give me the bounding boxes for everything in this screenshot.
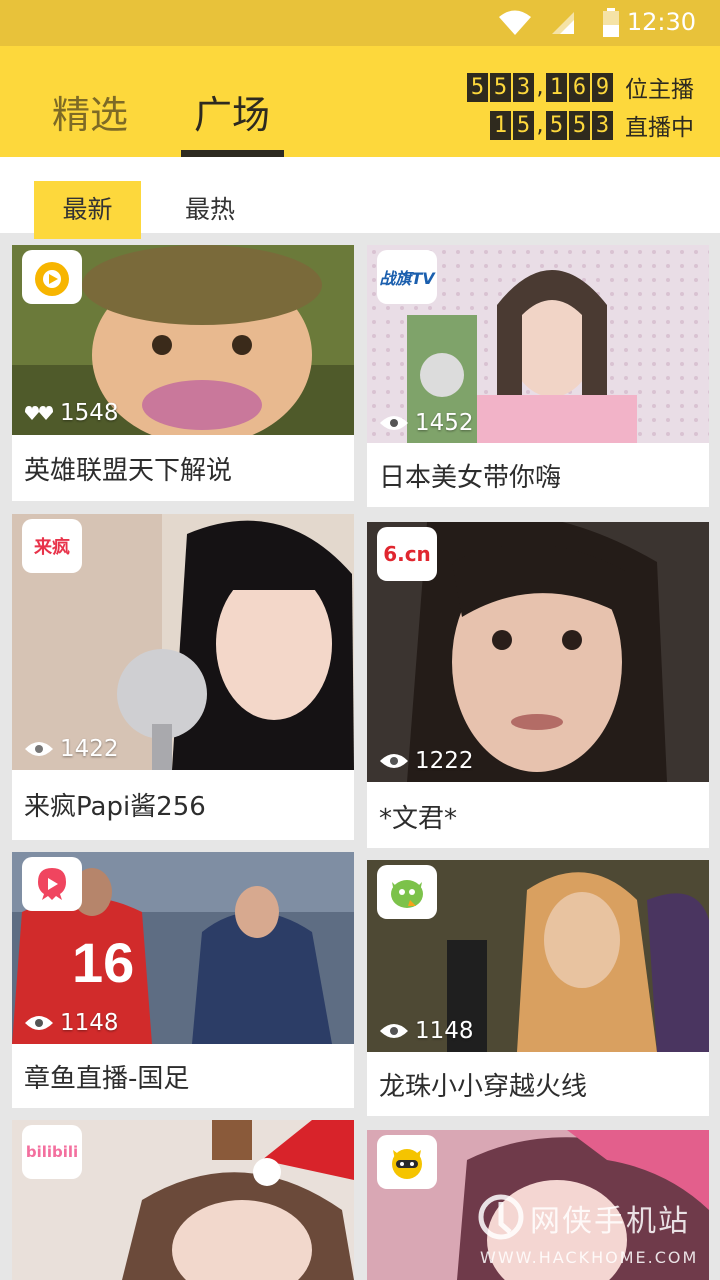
bilibili-logo: bilibili (22, 1125, 82, 1179)
viewer-count-value: 1422 (60, 736, 119, 762)
active-tab-indicator (181, 150, 284, 157)
viewer-count-value: 1148 (60, 1010, 119, 1036)
6cn-logo: 6.cn (377, 527, 437, 581)
signal-icon (552, 12, 574, 34)
anchor-count-label: 位主播 (625, 77, 694, 103)
heart-icon (25, 406, 53, 420)
viewer-count: 1548 (24, 400, 119, 426)
stream-card[interactable]: 1148 龙珠小小穿越火线 (367, 860, 709, 1116)
tab-featured[interactable]: 精选 (52, 84, 128, 139)
counter-digit: 3 (513, 72, 534, 102)
svg-text:16: 16 (72, 931, 134, 994)
counter-digit: 9 (592, 72, 613, 102)
stream-title: 英雄联盟天下解说 (24, 456, 233, 486)
live-count-label: 直播中 (625, 115, 694, 141)
stream-title: 来疯Papi酱256 (24, 792, 206, 822)
stream-title: 章鱼直播-国足 (24, 1064, 190, 1094)
tab-hottest[interactable]: 最热 (168, 181, 252, 239)
watermark: 网侠手机站 WWW.HACKHOME.COM (470, 1190, 720, 1280)
anchor-count: 5 5 3 , 1 6 9 位主播 (467, 72, 694, 103)
viewer-count-value: 1548 (60, 400, 119, 426)
stream-title: 龙珠小小穿越火线 (379, 1072, 588, 1102)
sort-tabs: 最新 最热 (0, 157, 720, 239)
counter-digit: 3 (592, 110, 613, 140)
eye-icon (25, 1016, 53, 1030)
wifi-icon (499, 10, 531, 35)
counter-digit: 5 (490, 72, 511, 102)
viewer-count: 1148 (24, 1010, 119, 1036)
tab-plaza[interactable]: 广场 (194, 84, 270, 139)
counter-digit: 1 (490, 110, 511, 140)
viewer-count: 1452 (379, 410, 474, 436)
viewer-count: 1148 (379, 1018, 474, 1044)
longzhu-logo (377, 865, 437, 919)
viewer-count-value: 1148 (415, 1018, 474, 1044)
eye-icon (380, 754, 408, 768)
zhangyu-logo (22, 857, 82, 911)
battery-icon (603, 8, 619, 37)
stream-card[interactable]: bilibili (12, 1120, 354, 1280)
tab-newest[interactable]: 最新 (34, 181, 141, 239)
counter-separator: , (536, 112, 544, 138)
viewer-count-value: 1222 (415, 748, 474, 774)
watermark-url: WWW.HACKHOME.COM (480, 1248, 699, 1267)
live-count: 1 5 , 5 5 3 直播中 (490, 110, 694, 141)
counter-digit: 1 (546, 72, 567, 102)
eye-icon (380, 416, 408, 430)
stream-card[interactable]: 来疯 1422 来疯Papi酱256 (12, 514, 354, 840)
top-header: 精选 广场 5 5 3 , 1 6 9 位主播 1 5 , 5 5 3 直播中 (0, 46, 720, 157)
laifeng-logo: 来疯 (22, 519, 82, 573)
stream-card[interactable]: 1548 英雄联盟天下解说 (12, 245, 354, 501)
stream-card[interactable]: 6.cn 1222 *文君* (367, 522, 709, 848)
yy-logo (377, 1135, 437, 1189)
counter-digit: 5 (467, 72, 488, 102)
status-bar: 12:30 (0, 0, 720, 46)
counter-digit: 6 (569, 72, 590, 102)
stream-card[interactable]: 战旗TV 1452 日本美女带你嗨 (367, 245, 709, 507)
stream-title: 日本美女带你嗨 (379, 463, 562, 493)
counter-digit: 5 (569, 110, 590, 140)
douyu-logo (22, 250, 82, 304)
eye-icon (25, 742, 53, 756)
eye-icon (380, 1024, 408, 1038)
counter-digit: 5 (546, 110, 567, 140)
zhanqi-tv-logo: 战旗TV (377, 250, 437, 304)
viewer-count-value: 1452 (415, 410, 474, 436)
clock: 12:30 (626, 8, 696, 36)
counter-digit: 5 (513, 110, 534, 140)
watermark-text: 网侠手机站 (530, 1204, 690, 1239)
viewer-count: 1422 (24, 736, 119, 762)
counter-separator: , (536, 74, 544, 100)
stream-title: *文君* (379, 804, 458, 834)
stream-card[interactable]: 16 1148 章鱼直播-国足 (12, 852, 354, 1108)
viewer-count: 1222 (379, 748, 474, 774)
watermark-logo-icon (478, 1194, 524, 1240)
